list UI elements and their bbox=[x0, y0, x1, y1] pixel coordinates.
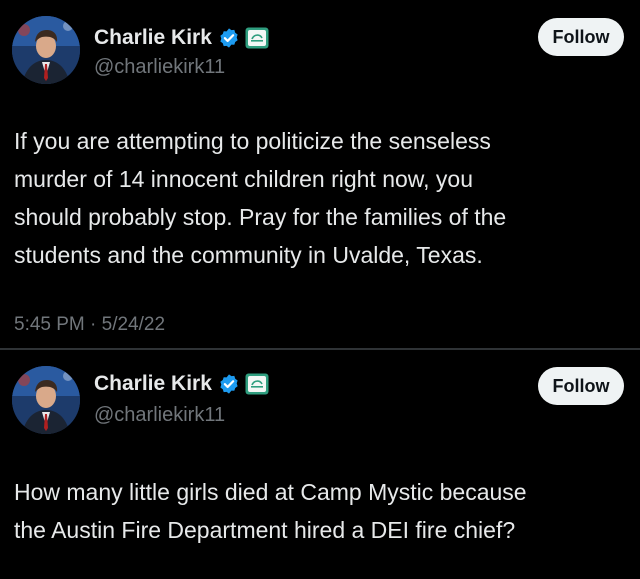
follow-button[interactable]: Follow bbox=[538, 367, 624, 405]
display-name[interactable]: Charlie Kirk bbox=[94, 372, 212, 396]
avatar[interactable] bbox=[12, 366, 80, 434]
author-name-row: Charlie Kirk bbox=[94, 24, 269, 52]
handle[interactable]: @charliekirk11 bbox=[94, 404, 225, 427]
tweet-card[interactable]: Charlie Kirk @charliekirk11 Follow How m… bbox=[0, 350, 640, 579]
tweet-text-line: How many little girls died at Camp Mysti… bbox=[14, 479, 527, 505]
avatar-image bbox=[12, 16, 80, 84]
tweet-text-line: murder of 14 innocent children right now… bbox=[14, 166, 473, 192]
handle[interactable]: @charliekirk11 bbox=[94, 56, 225, 79]
follow-button[interactable]: Follow bbox=[538, 18, 624, 56]
tweet-card[interactable]: Charlie Kirk @charliekirk11 Follow If yo… bbox=[0, 0, 640, 348]
verified-badge-icon bbox=[220, 28, 238, 48]
display-name[interactable]: Charlie Kirk bbox=[94, 26, 212, 50]
tweet-timestamp[interactable]: 5:45 PM · 5/24/22 bbox=[14, 314, 165, 336]
avatar[interactable] bbox=[12, 16, 80, 84]
affiliate-org-badge-icon[interactable] bbox=[245, 27, 269, 49]
tweet-text-line: If you are attempting to politicize the … bbox=[14, 128, 491, 154]
avatar-image bbox=[12, 366, 80, 434]
tweet-text-line: should probably stop. Pray for the famil… bbox=[14, 204, 507, 230]
tweet-text-line: the Austin Fire Department hired a DEI f… bbox=[14, 517, 516, 543]
tweet-text: If you are attempting to politicize the … bbox=[14, 122, 614, 274]
tweet-text: How many little girls died at Camp Mysti… bbox=[14, 473, 614, 549]
tweet-text-line: students and the community in Uvalde, Te… bbox=[14, 242, 483, 268]
verified-badge-icon bbox=[220, 374, 238, 394]
author-name-row: Charlie Kirk bbox=[94, 370, 269, 398]
affiliate-org-badge-icon[interactable] bbox=[245, 373, 269, 395]
